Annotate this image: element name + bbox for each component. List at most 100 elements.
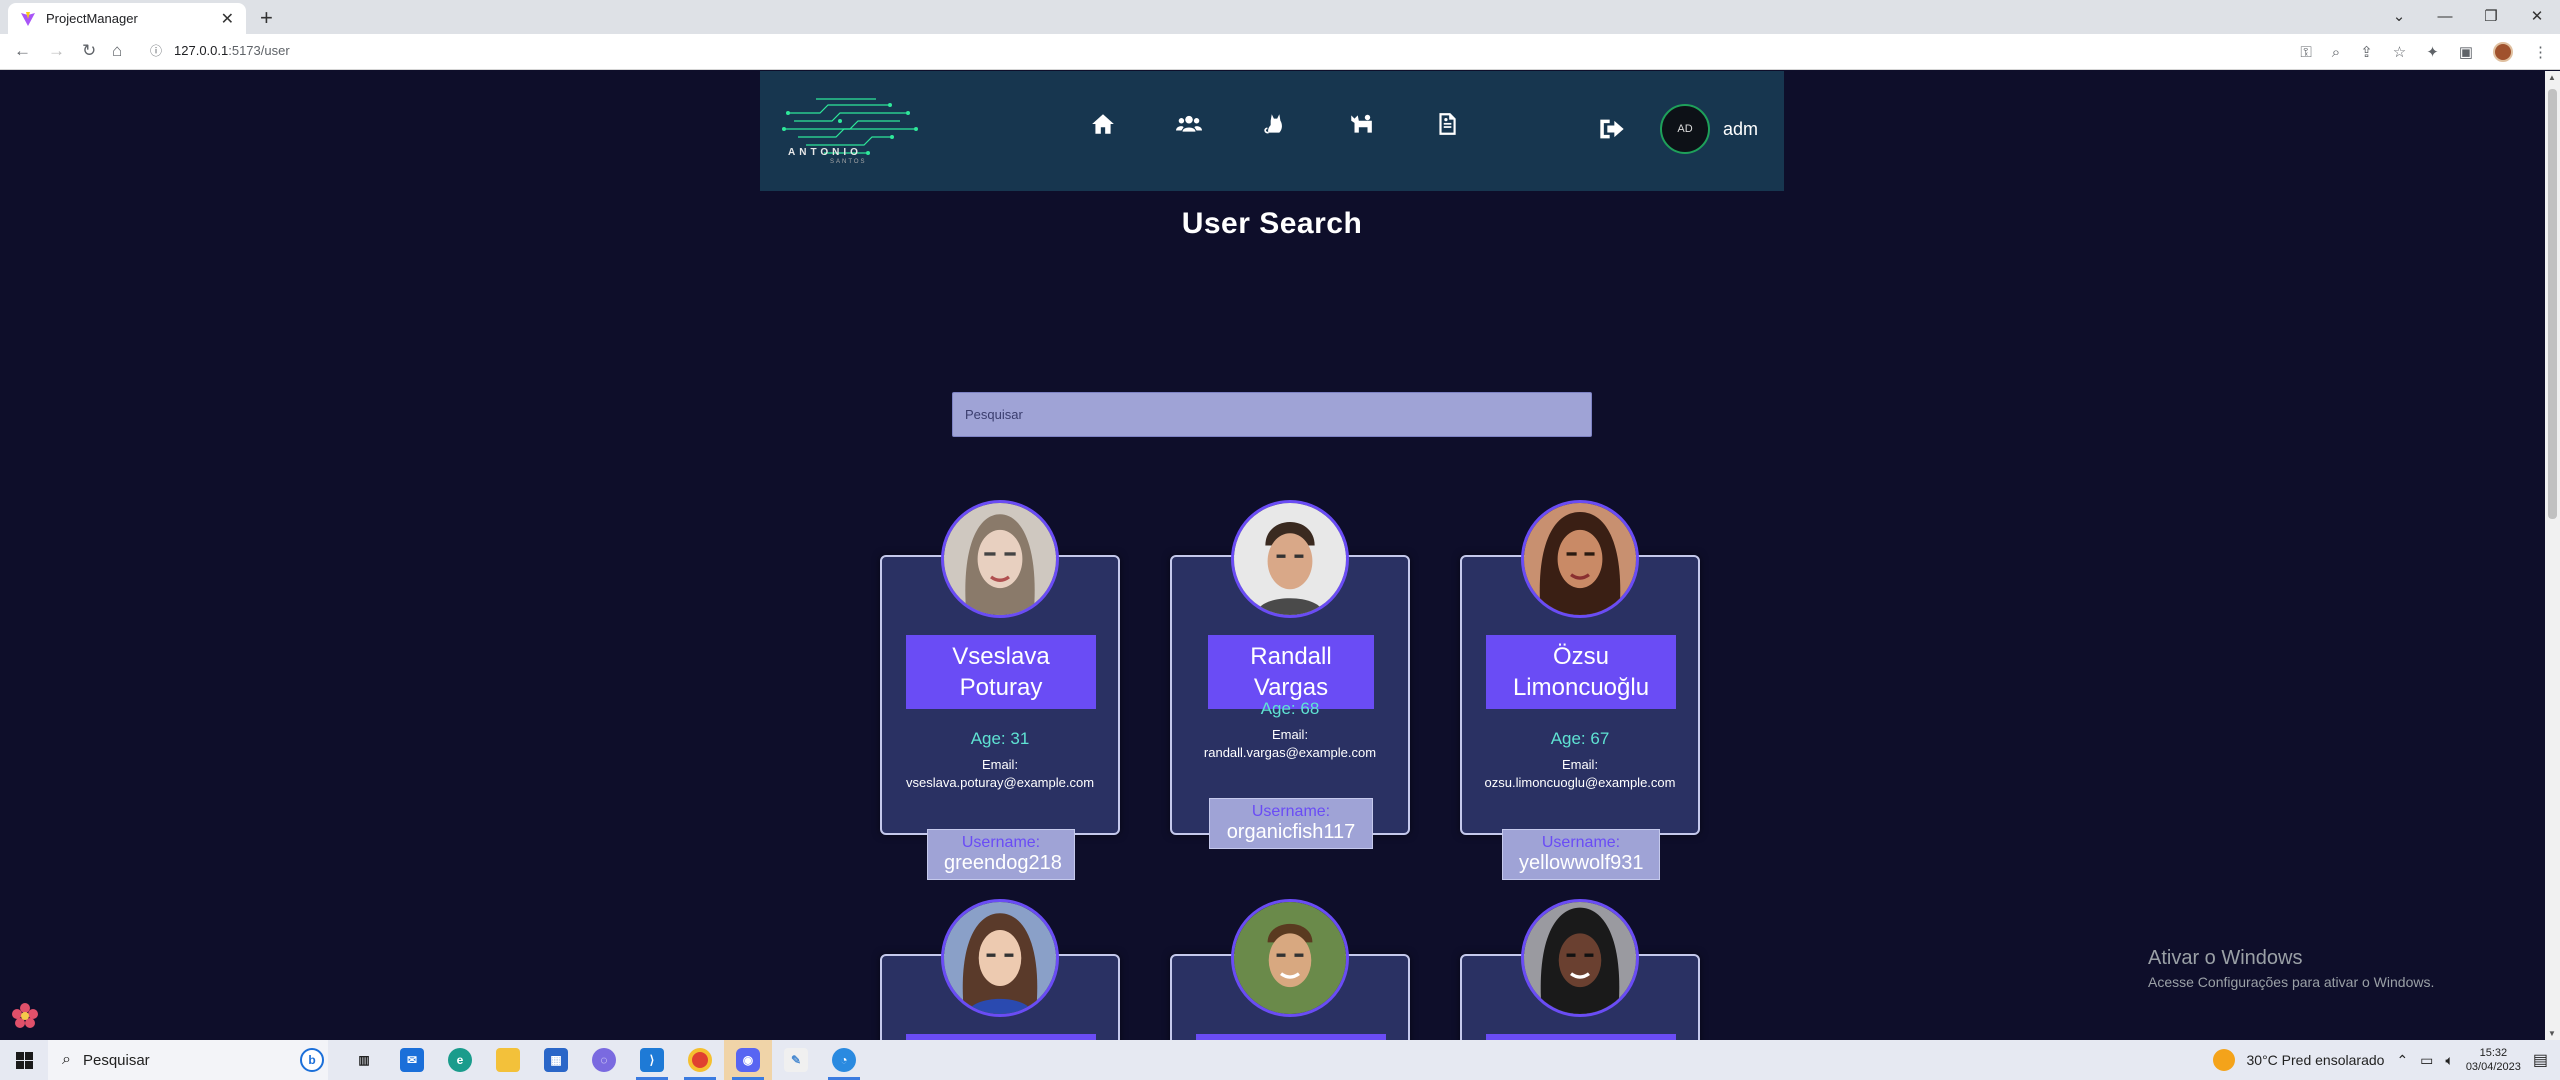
paint-icon[interactable]: ✎ <box>772 1040 820 1080</box>
user-age: Age: 68 <box>1260 699 1320 718</box>
username-label: Username: <box>1541 834 1621 851</box>
user-first-name: Randall Vargas <box>1250 643 1332 701</box>
user-first-name: Özsu <box>1552 643 1609 670</box>
taskbar-search[interactable]: ⌕ Pesquisar b <box>48 1040 328 1080</box>
users-icon[interactable] <box>1176 111 1202 137</box>
home-button[interactable]: ⌂ <box>112 41 122 61</box>
user-email: vseslava.poturay@example.com <box>905 775 1095 790</box>
home-icon[interactable] <box>1090 111 1116 137</box>
mail-icon[interactable]: ✉ <box>388 1040 436 1080</box>
extensions-icon[interactable]: ✦ <box>2426 43 2439 61</box>
close-window-button[interactable]: ✕ <box>2514 0 2560 32</box>
username-value: organicfish117 <box>1226 821 1356 843</box>
weather-icon[interactable] <box>2212 1049 2235 1071</box>
bookmark-star-icon[interactable]: ☆ <box>2393 43 2406 61</box>
windows-logo-icon <box>15 1051 33 1069</box>
vscode-icon[interactable]: ⟩ <box>628 1040 676 1080</box>
username-label: Username: <box>1251 803 1331 820</box>
scroll-up-arrow-icon[interactable]: ▲ <box>2548 73 2556 82</box>
taskbar-search-placeholder: Pesquisar <box>82 1051 150 1069</box>
reload-button[interactable]: ↻ <box>82 41 96 61</box>
username-box: Username: yellowwolf931 <box>1502 829 1660 880</box>
tab-search-icon[interactable]: ⌄ <box>2376 0 2422 32</box>
user-email: randall.vargas@example.com <box>1203 745 1377 760</box>
page-content: ANTONIO SANTOS AD adm User Search Pesqui… <box>0 71 2545 1040</box>
flower-widget-icon[interactable] <box>10 1001 40 1031</box>
logo-subtext: SANTOS <box>830 159 867 165</box>
nav-icons <box>1090 111 1460 137</box>
logout-icon[interactable] <box>1598 115 1626 143</box>
tray-chevron-icon[interactable]: ⌃ <box>2396 1052 2408 1069</box>
user-age: Age: 67 <box>1550 729 1610 748</box>
pets-icon[interactable] <box>1348 111 1374 137</box>
chat-app-icon[interactable]: ◔ <box>820 1040 868 1080</box>
browser-tab[interactable]: ProjectManager ✕ <box>8 3 246 34</box>
browser-toolbar: ← → ↻ ⌂ ⓘ 127.0.0.1:5173/user ⚿ ⌕ ⇪ ☆ ✦ … <box>0 34 2560 70</box>
user-avatar-photo <box>1521 500 1639 618</box>
user-age: Age: 31 <box>970 729 1030 748</box>
user-name-badge: Vseslava Poturay <box>906 635 1096 709</box>
app-navbar: ANTONIO SANTOS AD adm <box>760 71 1784 191</box>
zoom-icon[interactable]: ⌕ <box>2332 44 2340 61</box>
minimize-button[interactable]: — <box>2422 0 2468 32</box>
url-host: 127.0.0.1 <box>174 43 229 58</box>
file-explorer-icon[interactable] <box>484 1040 532 1080</box>
forward-button[interactable]: → <box>48 41 65 61</box>
network-icon[interactable]: ▭ <box>2420 1052 2433 1069</box>
tab-title: ProjectManager <box>46 11 138 26</box>
edge-icon[interactable]: e <box>436 1040 484 1080</box>
store-icon[interactable]: ▦ <box>532 1040 580 1080</box>
username-value: yellowwolf931 <box>1519 852 1644 874</box>
start-button[interactable] <box>0 1040 48 1080</box>
user-name-badge: Özsu Limoncuoğlu <box>1486 635 1676 709</box>
user-avatar[interactable]: AD <box>1660 104 1710 154</box>
profile-avatar[interactable] <box>2493 42 2513 62</box>
user-name[interactable]: adm <box>1723 119 1758 140</box>
back-button[interactable]: ← <box>14 41 31 61</box>
logo-text: ANTONIO <box>788 147 862 158</box>
username-box: Username: organicfish117 <box>1209 798 1373 849</box>
user-avatar-photo <box>941 899 1059 1017</box>
username-label: Username: <box>961 834 1041 851</box>
scrollbar-thumb[interactable] <box>2548 89 2557 519</box>
bing-icon[interactable]: b <box>300 1048 324 1072</box>
tab-close-icon[interactable]: ✕ <box>221 9 234 29</box>
user-avatar-photo <box>1231 899 1349 1017</box>
copilot-icon[interactable]: ◌ <box>580 1040 628 1080</box>
toolbar-actions: ⚿ ⌕ ⇪ ☆ ✦ ▣ ⋮ <box>2300 42 2548 62</box>
page-scrollbar[interactable]: ▲ ▼ <box>2545 71 2560 1040</box>
clock-date: 03/04/2023 <box>2465 1061 2521 1073</box>
username-box: Username: greendog218 <box>927 829 1075 880</box>
weather-text[interactable]: 30°C Pred ensolarado <box>2247 1052 2385 1068</box>
info-icon[interactable]: ⓘ <box>150 42 162 59</box>
key-icon[interactable]: ⚿ <box>2300 44 2311 61</box>
url-path: :5173/user <box>228 43 290 58</box>
sidepanel-icon[interactable]: ▣ <box>2459 43 2473 61</box>
discord-icon[interactable]: ◉ <box>724 1040 772 1080</box>
email-label: Email: <box>1561 757 1599 772</box>
window-controls: ⌄ — ❐ ✕ <box>2376 0 2560 32</box>
notifications-icon[interactable]: ▤ <box>2533 1050 2548 1070</box>
search-input[interactable] <box>952 392 1592 437</box>
chrome-icon[interactable] <box>676 1040 724 1080</box>
restore-button[interactable]: ❐ <box>2468 0 2514 32</box>
vite-favicon-icon <box>21 11 35 26</box>
clock[interactable]: 15:32 03/04/2023 <box>2466 1046 2521 1074</box>
volume-icon[interactable]: 🔈︎ <box>2445 1052 2453 1069</box>
user-first-name: Vseslava <box>952 643 1050 670</box>
share-icon[interactable]: ⇪ <box>2360 43 2373 61</box>
page-title: User Search <box>1181 207 1363 240</box>
user-last-name: Limoncuoğlu <box>1512 674 1650 701</box>
report-icon[interactable] <box>1434 111 1460 137</box>
user-avatar-photo <box>941 500 1059 618</box>
task-view-icon[interactable]: ▥ <box>340 1040 388 1080</box>
windows-activation-watermark: Ativar o Windows Acesse Configurações pa… <box>2148 947 2434 990</box>
new-tab-button[interactable]: + <box>260 5 273 31</box>
scroll-down-arrow-icon[interactable]: ▼ <box>2548 1029 2556 1038</box>
cat-icon[interactable] <box>1262 111 1288 137</box>
browser-tab-bar: ProjectManager ✕ + ⌄ — ❐ ✕ <box>0 0 2560 34</box>
system-tray: 30°C Pred ensolarado ⌃ ▭ 🔈︎ 15:32 03/04/… <box>2212 1040 2560 1080</box>
address-bar[interactable]: ⓘ 127.0.0.1:5173/user <box>150 42 290 59</box>
search-icon: ⌕ <box>62 1051 71 1068</box>
menu-icon[interactable]: ⋮ <box>2533 43 2548 61</box>
